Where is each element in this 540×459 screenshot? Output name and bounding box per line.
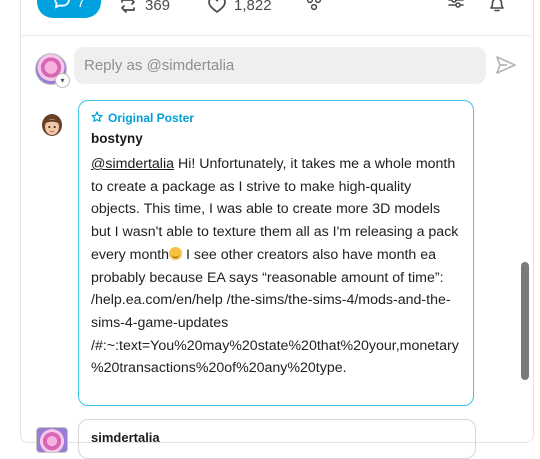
star-icon (91, 110, 103, 126)
comment-author[interactable]: simdertalia (91, 430, 463, 448)
original-poster-badge: Original Poster (91, 110, 461, 126)
bell-icon (487, 0, 507, 14)
post-settings-button[interactable] (446, 0, 466, 14)
commenter-avatar[interactable] (36, 427, 68, 453)
reply-input[interactable] (74, 47, 486, 84)
reblog-icon (118, 0, 138, 14)
reply-icon (53, 0, 71, 13)
reply-count: 7 (76, 0, 86, 11)
badge-label: Original Poster (108, 111, 195, 125)
mention-link[interactable]: @simdertalia (91, 156, 174, 172)
divider (21, 35, 531, 36)
comment: simdertalia (78, 419, 476, 459)
like-button[interactable]: 1,822 (207, 0, 272, 14)
heart-icon (207, 0, 227, 14)
post-actions-bar: 7 369 1,822 (0, 0, 540, 24)
settings-icon (446, 0, 466, 14)
replies-button[interactable]: 7 (37, 0, 101, 18)
emoji-smile-icon (169, 246, 183, 260)
notifications-button[interactable] (487, 0, 507, 14)
chevron-down-icon[interactable]: ▾ (55, 73, 70, 88)
reblog-button[interactable]: 369 (118, 0, 170, 14)
original-poster-avatar[interactable] (40, 113, 64, 141)
comment-author[interactable]: bostyny (91, 131, 461, 149)
scrollbar-thumb[interactable] (521, 262, 529, 380)
comment-text-part-2: I see other creators also have month ea … (91, 246, 459, 377)
comment-body: @simdertalia Hi! Unfortunately, it takes… (91, 153, 463, 380)
like-count: 1,822 (234, 0, 272, 14)
share-button[interactable] (304, 0, 324, 14)
send-button[interactable] (495, 55, 517, 80)
original-poster-comment: Original Poster bostyny @simdertalia Hi!… (78, 100, 474, 406)
share-icon (304, 0, 324, 14)
send-icon (495, 56, 517, 79)
reblog-count: 369 (145, 0, 171, 14)
